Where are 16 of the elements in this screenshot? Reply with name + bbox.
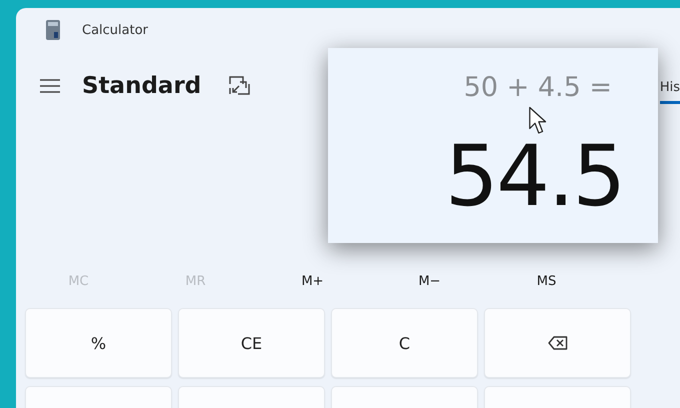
expression-text: 50 + 4.5 = [464, 72, 612, 103]
mode-title: Standard [82, 73, 202, 99]
backspace-key[interactable] [484, 308, 631, 378]
keypad-key[interactable]: % [25, 308, 172, 378]
keep-on-top-icon[interactable] [229, 76, 250, 96]
window-title: Calculator [82, 22, 148, 38]
result-text: 54.5 [444, 141, 624, 212]
memory-button[interactable]: M− [410, 270, 449, 292]
backspace-icon [548, 336, 568, 350]
keypad-key[interactable]: CE [178, 308, 325, 378]
menu-icon[interactable] [40, 79, 60, 93]
memory-button[interactable]: MS [528, 270, 564, 292]
calculator-app-icon [46, 20, 60, 40]
memory-button[interactable]: M+ [293, 270, 332, 292]
pointer-icon [528, 106, 548, 136]
keypad-key[interactable]: C [331, 308, 478, 378]
